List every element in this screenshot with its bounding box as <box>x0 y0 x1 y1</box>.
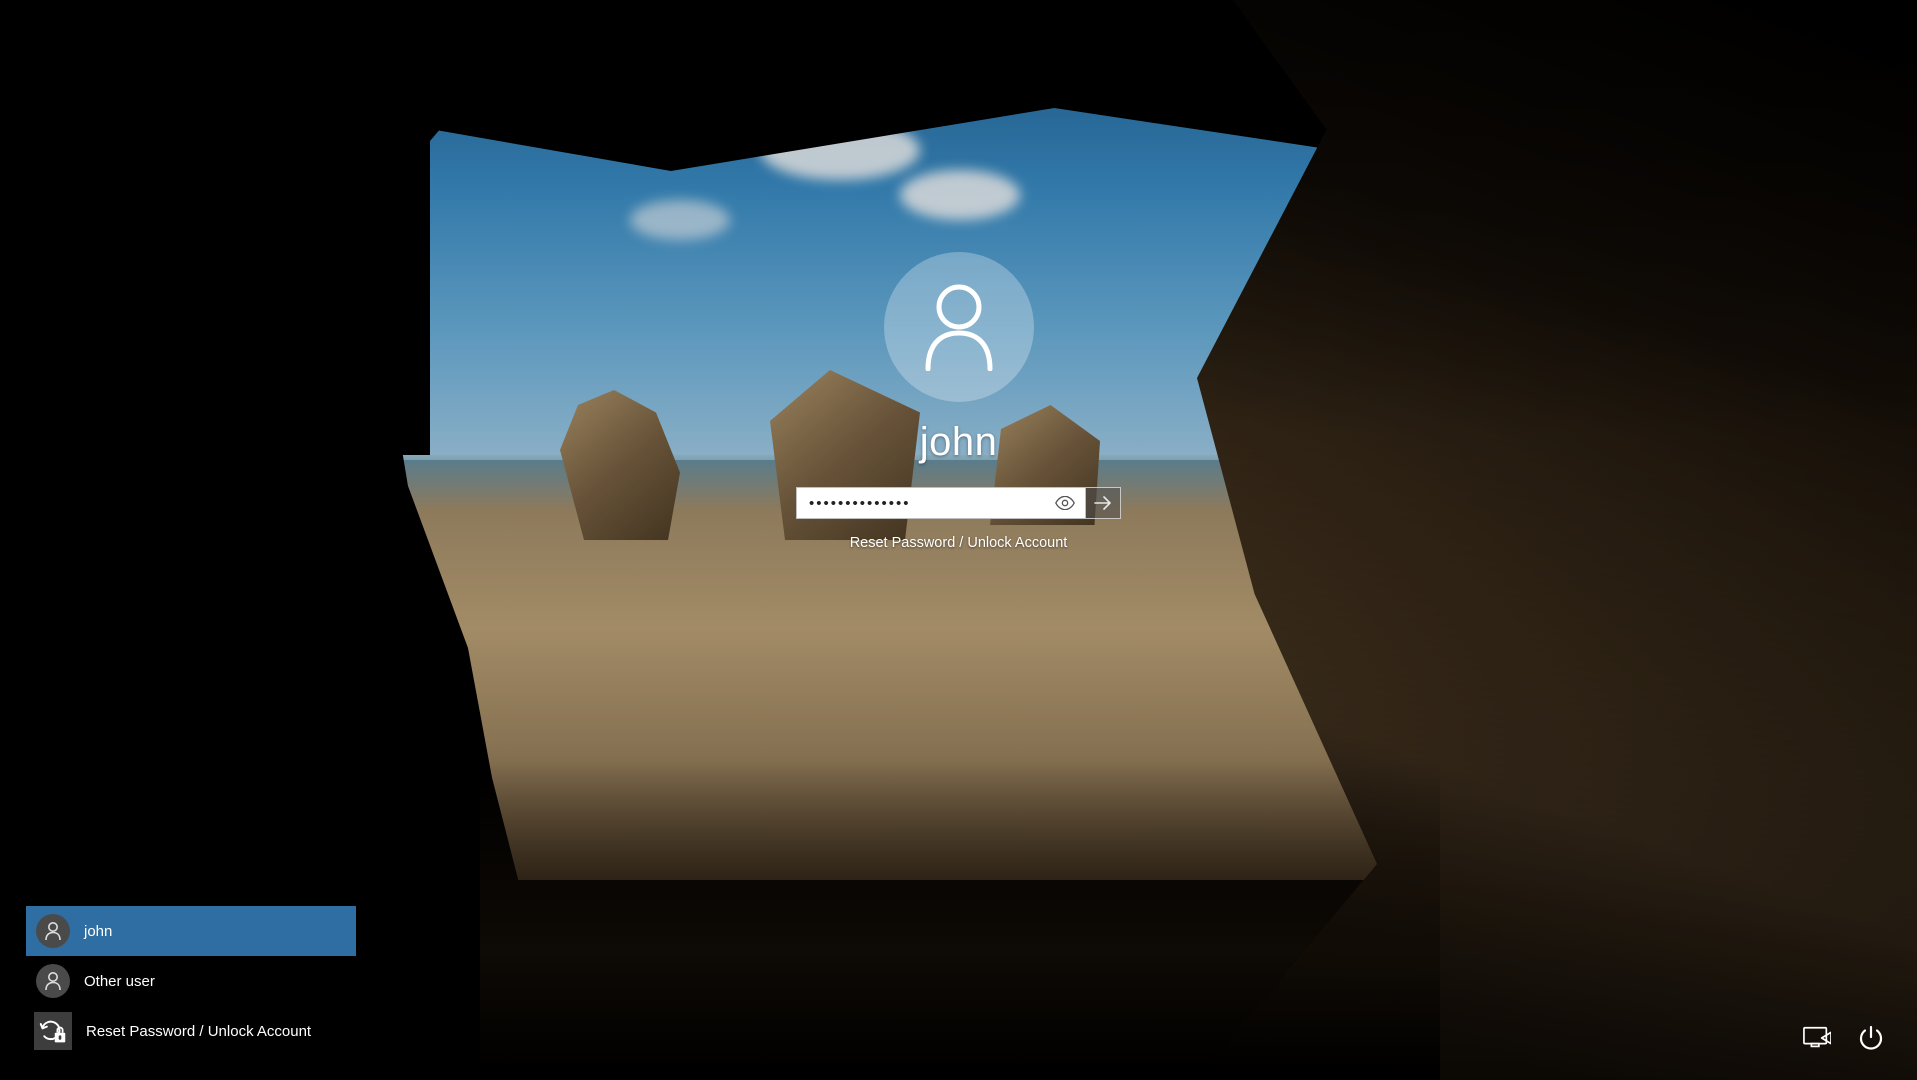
account-switcher: john Other user Reset Password / Unlock … <box>26 906 356 1056</box>
reset-lock-icon <box>34 1012 72 1050</box>
system-buttons <box>1801 1022 1887 1054</box>
user-icon <box>36 964 70 998</box>
password-row <box>796 487 1121 519</box>
reveal-password-button[interactable] <box>1051 488 1079 518</box>
password-box <box>796 487 1086 519</box>
submit-button[interactable] <box>1086 487 1121 519</box>
account-item-john[interactable]: john <box>26 906 356 956</box>
account-item-reset-password[interactable]: Reset Password / Unlock Account <box>26 1006 356 1056</box>
password-input[interactable] <box>807 494 1051 513</box>
username-label: john <box>920 420 998 465</box>
power-button[interactable] <box>1855 1022 1887 1054</box>
power-icon <box>1858 1025 1884 1051</box>
user-icon <box>36 914 70 948</box>
ease-of-access-icon <box>1803 1026 1831 1050</box>
user-icon <box>920 283 998 371</box>
reset-password-link[interactable]: Reset Password / Unlock Account <box>850 535 1068 551</box>
account-label: john <box>84 923 112 940</box>
arrow-right-icon <box>1094 496 1112 510</box>
ease-of-access-button[interactable] <box>1801 1022 1833 1054</box>
eye-icon <box>1055 496 1075 510</box>
login-panel: john Reset Password / Unlock Account <box>749 252 1169 551</box>
account-label: Reset Password / Unlock Account <box>86 1023 311 1040</box>
account-item-other-user[interactable]: Other user <box>26 956 356 1006</box>
account-label: Other user <box>84 973 155 990</box>
user-avatar <box>884 252 1034 402</box>
